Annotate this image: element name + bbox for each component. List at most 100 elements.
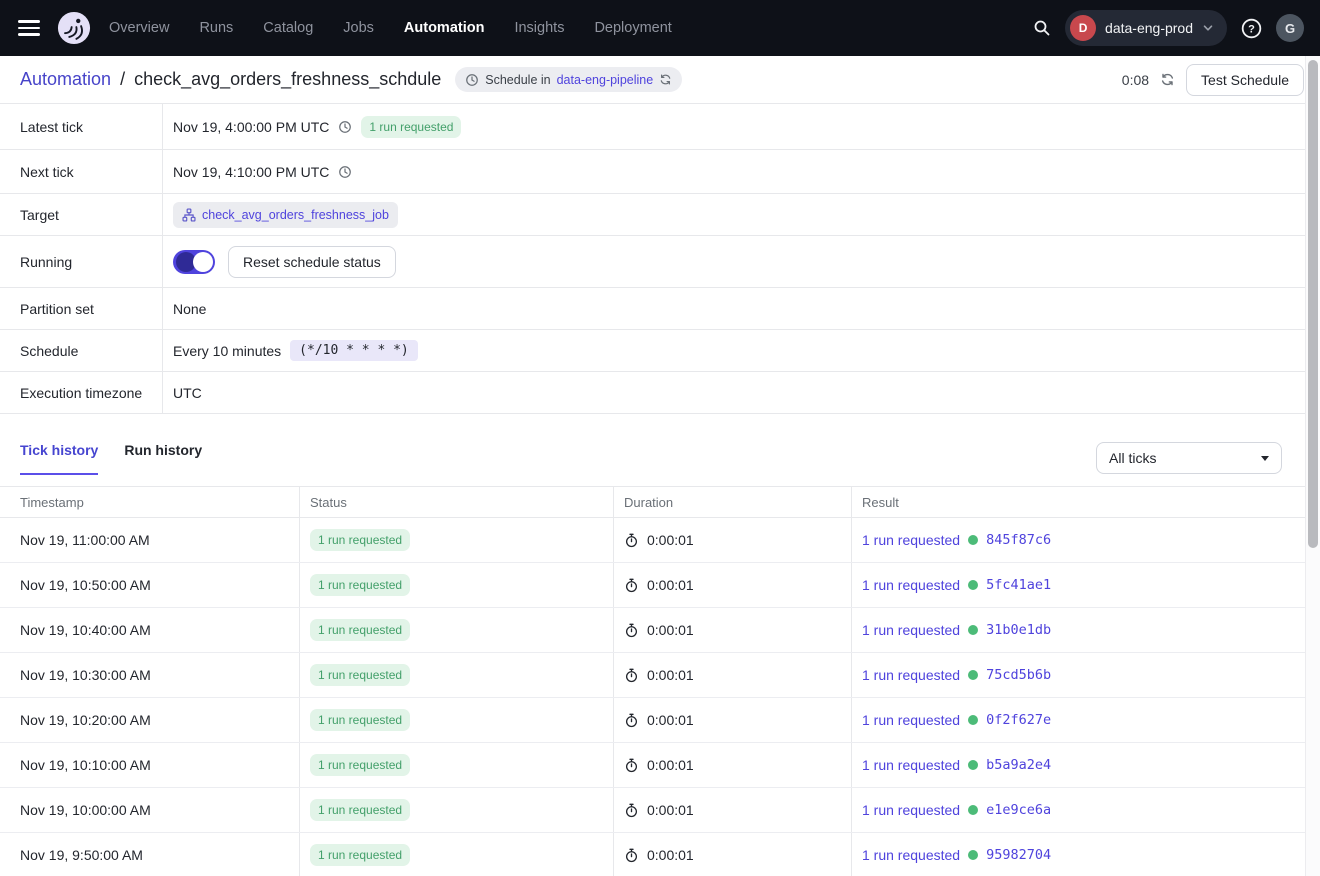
latest-tick-status-badge: 1 run requested [361,115,462,138]
property-row-next-tick: Next tick Nov 19, 4:10:00 PM UTC [0,150,1320,194]
tick-duration: 0:00:01 [647,802,694,818]
repo-link[interactable]: data-eng-pipeline [557,73,654,87]
caret-down-icon [1261,455,1269,461]
stopwatch-icon [624,713,639,728]
tick-timestamp: Nov 19, 10:00:00 AM [20,802,151,818]
stopwatch-icon [624,578,639,593]
target-job-link[interactable]: check_avg_orders_freshness_job [202,208,389,222]
tick-timestamp: Nov 19, 10:10:00 AM [20,757,151,773]
reset-schedule-status-button[interactable]: Reset schedule status [228,245,396,278]
tick-duration: 0:00:01 [647,532,694,548]
table-row: Nov 19, 11:00:00 AM 1 run requested 0:00… [0,518,1305,563]
test-schedule-button[interactable]: Test Schedule [1186,63,1304,96]
run-status-dot-icon [968,625,979,635]
search-icon[interactable] [1033,19,1051,37]
run-id-link[interactable]: 845f87c6 [986,532,1051,548]
run-id-link[interactable]: e1e9ce6a [986,802,1051,818]
tab-run-history[interactable]: Run history [124,442,202,475]
context-badge-prefix: Schedule in [485,72,551,87]
column-header-timestamp: Timestamp [20,494,84,510]
run-id-link[interactable]: 31b0e1db [986,622,1051,638]
run-id-link[interactable]: 5fc41ae1 [986,577,1051,593]
run-status-dot-icon [968,580,979,590]
refresh-icon[interactable] [1160,72,1175,87]
runs-requested-link[interactable]: 1 run requested [862,532,960,548]
nav-item-jobs[interactable]: Jobs [343,20,374,36]
nav-item-runs[interactable]: Runs [199,20,233,36]
nav-item-insights[interactable]: Insights [514,20,564,36]
page-title: check_avg_orders_freshness_schdule [134,69,442,89]
stopwatch-icon [624,668,639,683]
tick-status-badge: 1 run requested [310,754,411,776]
tick-duration: 0:00:01 [647,667,694,683]
run-status-dot-icon [968,760,979,770]
runs-requested-link[interactable]: 1 run requested [862,577,960,593]
chevron-down-icon [1202,22,1214,34]
runs-requested-link[interactable]: 1 run requested [862,802,960,818]
runs-requested-link[interactable]: 1 run requested [862,757,960,773]
tick-filter-select[interactable]: All ticks [1096,442,1282,474]
run-id-link[interactable]: 95982704 [986,847,1051,863]
table-row: Nov 19, 10:30:00 AM 1 run requested 0:00… [0,653,1305,698]
nav-right-cluster: D data-eng-prod G [1033,10,1304,46]
runs-requested-link[interactable]: 1 run requested [862,847,960,863]
top-nav: Overview Runs Catalog Jobs Automation In… [0,0,1320,56]
column-header-status: Status [299,487,613,517]
tick-timestamp: Nov 19, 10:40:00 AM [20,622,151,638]
tick-duration: 0:00:01 [647,622,694,638]
property-row-partition-set: Partition set None [0,288,1320,330]
scrollbar-thumb[interactable] [1308,60,1318,548]
tick-timestamp: Nov 19, 9:50:00 AM [20,847,143,863]
nav-item-automation[interactable]: Automation [404,20,485,36]
tick-status-badge: 1 run requested [310,664,411,686]
running-toggle[interactable] [173,249,215,274]
property-row-latest-tick: Latest tick Nov 19, 4:00:00 PM UTC 1 run… [0,104,1320,150]
nav-item-catalog[interactable]: Catalog [263,20,313,36]
workspace-switcher[interactable]: D data-eng-prod [1065,10,1227,46]
property-label: Execution timezone [0,372,163,413]
tick-duration: 0:00:01 [647,577,694,593]
page-header: Automation / check_avg_orders_freshness_… [0,56,1320,104]
stopwatch-icon [624,623,639,638]
run-id-link[interactable]: 0f2f627e [986,712,1051,728]
property-row-target: Target check_avg_orders_freshness_job [0,194,1320,236]
table-row: Nov 19, 10:10:00 AM 1 run requested 0:00… [0,743,1305,788]
tick-status-badge: 1 run requested [310,844,411,866]
timezone-value: UTC [173,384,202,401]
tick-status-badge: 1 run requested [310,619,411,641]
property-label: Target [0,194,163,235]
history-tabs: Tick history Run history [20,442,202,475]
tab-tick-history[interactable]: Tick history [20,442,99,475]
tick-timestamp: Nov 19, 10:30:00 AM [20,667,151,683]
run-status-dot-icon [968,670,979,680]
tick-timestamp: Nov 19, 10:50:00 AM [20,577,151,593]
runs-requested-link[interactable]: 1 run requested [862,667,960,683]
nav-item-overview[interactable]: Overview [109,20,169,36]
hamburger-menu-icon[interactable] [18,20,40,36]
run-id-link[interactable]: 75cd5b6b [986,667,1051,683]
property-row-schedule: Schedule Every 10 minutes (*/10 * * * *) [0,330,1320,372]
sync-icon[interactable] [659,73,672,86]
help-icon[interactable] [1241,18,1262,39]
run-status-dot-icon [968,535,979,545]
property-label: Partition set [0,288,163,329]
breadcrumb-automation-link[interactable]: Automation [20,69,111,90]
vertical-scrollbar[interactable] [1305,56,1320,876]
clock-icon[interactable] [338,165,352,179]
schedule-page: Overview Runs Catalog Jobs Automation In… [0,0,1320,876]
run-id-link[interactable]: b5a9a2e4 [986,757,1051,773]
workspace-badge: D [1070,15,1097,41]
nav-item-deployment[interactable]: Deployment [594,20,671,36]
tick-status-badge: 1 run requested [310,529,411,551]
clock-icon[interactable] [338,120,352,134]
user-avatar[interactable]: G [1276,14,1304,42]
partition-set-value: None [173,300,207,317]
cron-expression: (*/10 * * * *) [290,340,418,361]
runs-requested-link[interactable]: 1 run requested [862,712,960,728]
history-tabs-row: Tick history Run history All ticks [0,414,1320,476]
tick-status-badge: 1 run requested [310,799,411,821]
stopwatch-icon [624,533,639,548]
runs-requested-link[interactable]: 1 run requested [862,622,960,638]
breadcrumb-separator: / [120,69,126,89]
table-row: Nov 19, 10:20:00 AM 1 run requested 0:00… [0,698,1305,743]
